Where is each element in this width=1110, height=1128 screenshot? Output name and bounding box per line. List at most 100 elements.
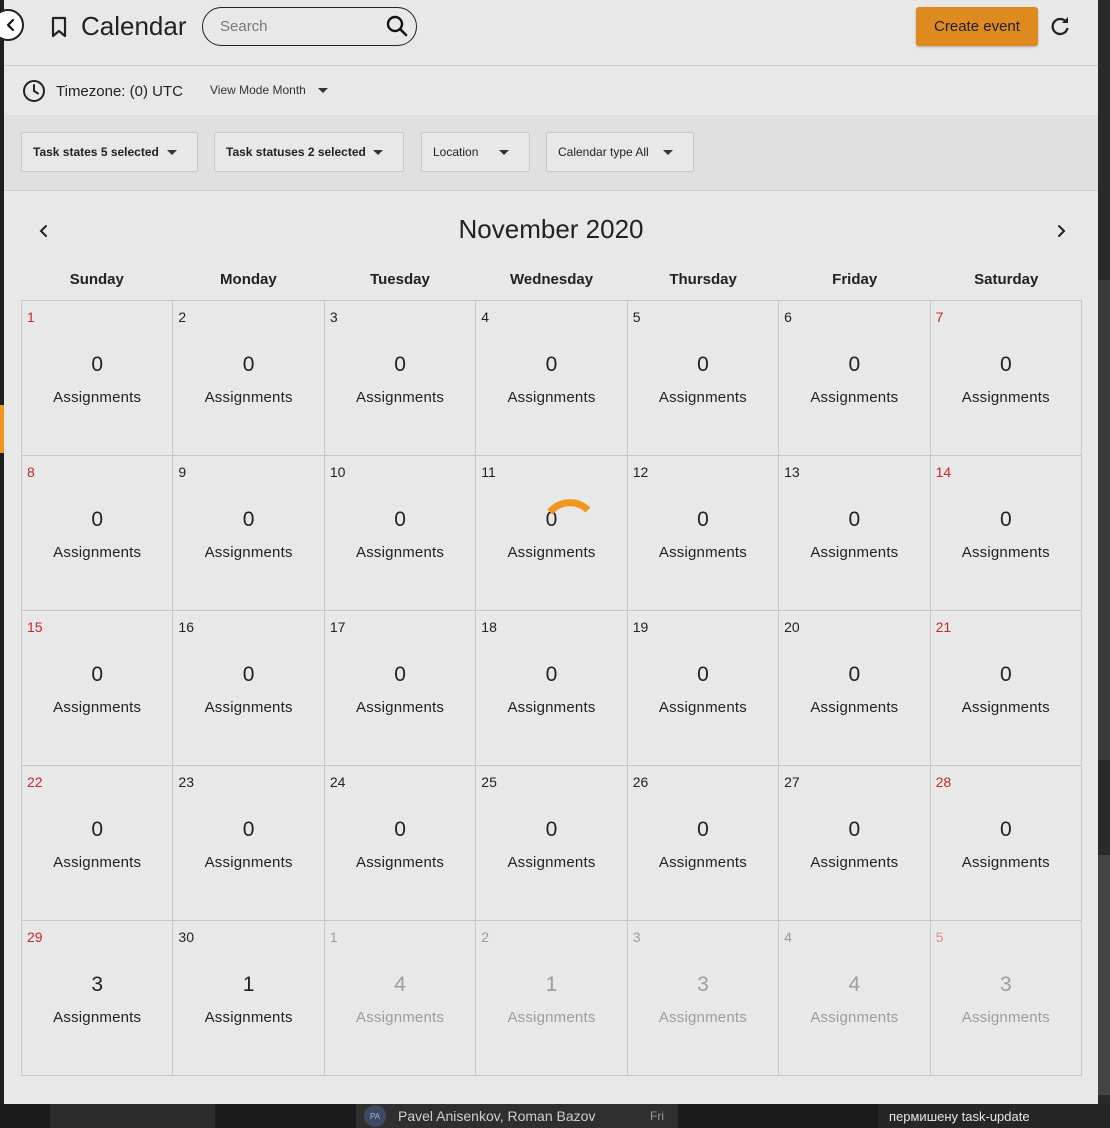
assignment-count: 1	[545, 973, 558, 996]
assignment-count: 0	[848, 508, 861, 531]
create-event-button[interactable]: Create event	[916, 7, 1038, 46]
loading-spinner-icon	[547, 499, 591, 515]
next-month-button[interactable]	[1055, 224, 1067, 243]
assignments-label: Assignments	[658, 1009, 747, 1026]
day-cell[interactable]: 10 0 Assignments	[324, 456, 477, 611]
assignments-label: Assignments	[658, 854, 747, 871]
assignment-count: 0	[545, 818, 558, 841]
assignments-label: Assignments	[356, 699, 445, 716]
assignments-label: Assignments	[961, 1009, 1050, 1026]
day-cell[interactable]: 5 3 Assignments	[930, 921, 1082, 1076]
day-number: 11	[481, 464, 496, 480]
assignment-count: 0	[999, 663, 1012, 686]
search-icon[interactable]	[386, 15, 408, 42]
weekday-label: Sunday	[69, 271, 124, 288]
day-cell[interactable]: 20 0 Assignments	[779, 611, 931, 766]
background-task-message: пермишену task-update	[878, 1104, 1110, 1128]
assignments-label: Assignments	[658, 699, 747, 716]
assignment-count: 3	[697, 973, 709, 996]
assignment-count: 0	[242, 818, 255, 841]
assignments-label: Assignments	[507, 699, 596, 716]
background-tab	[50, 1104, 215, 1128]
day-cell[interactable]: 2 1 Assignments	[476, 921, 628, 1076]
day-cell[interactable]: 5 0 Assignments	[627, 301, 780, 456]
task-statuses-filter[interactable]: Task statuses 2 selected	[214, 132, 404, 172]
assignments-label: Assignments	[204, 854, 293, 871]
assignment-count: 4	[848, 973, 861, 996]
day-cell[interactable]: 26 0 Assignments	[627, 766, 780, 921]
day-number: 14	[935, 464, 952, 480]
day-cell[interactable]: 13 0 Assignments	[779, 456, 931, 611]
day-cell[interactable]: 19 0 Assignments	[627, 611, 780, 766]
assignments-label: Assignments	[507, 1009, 596, 1026]
assignment-count: 0	[394, 508, 406, 531]
day-cell[interactable]: 16 0 Assignments	[173, 611, 325, 766]
assignments-label: Assignments	[53, 389, 142, 406]
day-cell[interactable]: 3 3 Assignments	[627, 921, 780, 1076]
day-cell[interactable]: 27 0 Assignments	[779, 766, 931, 921]
day-number: 13	[784, 464, 800, 480]
day-cell[interactable]: 21 0 Assignments	[930, 611, 1082, 766]
day-cell[interactable]: 25 0 Assignments	[476, 766, 628, 921]
day-cell[interactable]: 9 0 Assignments	[173, 456, 325, 611]
assignments-label: Assignments	[356, 544, 445, 561]
day-cell[interactable]: 1 4 Assignments	[324, 921, 477, 1076]
day-cell[interactable]: 24 0 Assignments	[324, 766, 477, 921]
assignment-count: 0	[999, 818, 1012, 841]
day-number: 8	[27, 464, 35, 480]
day-number: 24	[329, 774, 346, 790]
weekday-label: Saturday	[974, 271, 1039, 288]
search-box[interactable]	[202, 7, 417, 46]
location-filter[interactable]: Location	[421, 132, 530, 172]
assignments-label: Assignments	[961, 389, 1050, 406]
day-cell[interactable]: 29 3 Assignments	[22, 921, 174, 1076]
caret-down-icon	[167, 150, 177, 155]
bookmark-icon[interactable]	[50, 16, 68, 43]
day-cell[interactable]: 7 0 Assignments	[930, 301, 1082, 456]
day-cell[interactable]: 18 0 Assignments	[476, 611, 628, 766]
day-number: 26	[632, 774, 649, 790]
day-cell[interactable]: 2 0 Assignments	[173, 301, 325, 456]
assignments-label: Assignments	[356, 854, 445, 871]
day-cell[interactable]: 3 0 Assignments	[324, 301, 477, 456]
day-cell[interactable]: 23 0 Assignments	[173, 766, 325, 921]
day-cell[interactable]: 1 0 Assignments	[22, 301, 174, 456]
weekday-label: Friday	[832, 271, 878, 288]
caret-down-icon	[317, 87, 328, 93]
assignments-label: Assignments	[53, 544, 142, 561]
assignments-label: Assignments	[204, 699, 293, 716]
weekday-label: Monday	[220, 271, 277, 288]
caret-down-icon	[373, 150, 383, 155]
day-number: 10	[329, 464, 346, 480]
assignment-count: 0	[848, 353, 861, 376]
view-mode-dropdown[interactable]: View Mode Month	[210, 83, 328, 97]
month-navigation: November 2020	[4, 205, 1098, 255]
assignment-count: 0	[242, 353, 255, 376]
day-cell[interactable]: 22 0 Assignments	[22, 766, 174, 921]
assignments-label: Assignments	[658, 544, 747, 561]
search-input[interactable]	[220, 18, 380, 35]
background-notification[interactable]: PA Pavel Anisenkov, Roman Bazov Fri	[356, 1104, 678, 1128]
day-cell[interactable]: 17 0 Assignments	[324, 611, 477, 766]
day-cell[interactable]: 4 0 Assignments	[476, 301, 628, 456]
assignment-count: 0	[91, 353, 104, 376]
day-cell[interactable]: 8 0 Assignments	[22, 456, 174, 611]
page-title: Calendar	[81, 11, 187, 41]
calendar-type-filter[interactable]: Calendar type All	[546, 132, 694, 172]
refresh-icon[interactable]	[1049, 16, 1071, 43]
day-cell[interactable]: 4 4 Assignments	[779, 921, 931, 1076]
day-cell[interactable]: 15 0 Assignments	[22, 611, 174, 766]
day-cell[interactable]: 14 0 Assignments	[930, 456, 1082, 611]
back-button[interactable]	[0, 9, 24, 41]
assignment-count: 0	[394, 818, 406, 841]
day-cell[interactable]: 12 0 Assignments	[627, 456, 780, 611]
day-cell[interactable]: 6 0 Assignments	[779, 301, 931, 456]
caret-down-icon	[499, 150, 509, 155]
assignments-label: Assignments	[507, 854, 596, 871]
assignment-count: 0	[91, 508, 104, 531]
day-cell[interactable]: 30 1 Assignments	[173, 921, 325, 1076]
task-states-filter[interactable]: Task states 5 selected	[21, 132, 198, 172]
day-number: 18	[481, 619, 497, 635]
day-cell[interactable]: 28 0 Assignments	[930, 766, 1082, 921]
day-cell[interactable]: 11 0 Assignments	[476, 456, 628, 611]
